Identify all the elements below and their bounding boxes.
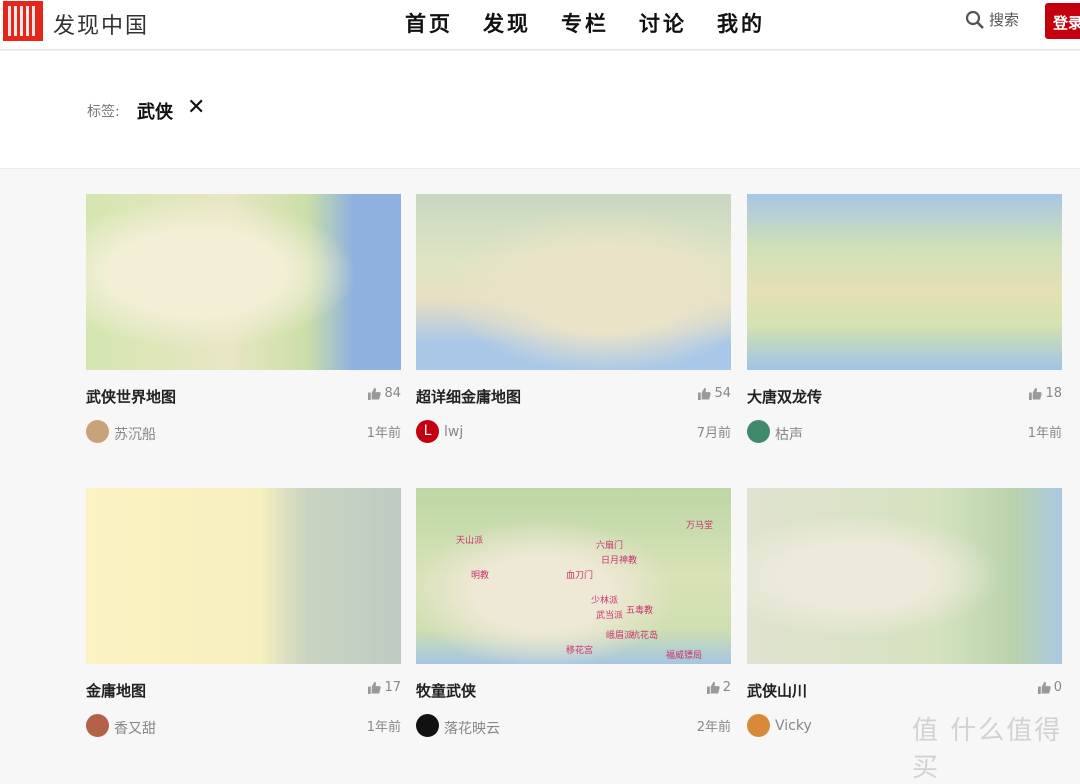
author-name[interactable]: 枯声 [775,424,803,444]
author-name[interactable]: 落花映云 [444,718,500,738]
card-title[interactable]: 金庸地图 [86,680,146,701]
map-label: 血刀门 [566,571,594,581]
author-avatar[interactable]: L [416,420,439,443]
map-thumbnail[interactable] [747,194,1062,370]
post-time: 1年前 [366,426,401,441]
brand-name[interactable]: 发现中国 [53,8,149,40]
map-label: 峨眉派 [606,631,634,641]
search-label: 搜索 [989,11,1020,29]
map-label: 移花宫 [566,646,594,656]
map-thumbnail[interactable] [416,194,731,370]
post-time: 1年前 [1027,426,1062,441]
post-time: 1年前 [366,720,401,735]
map-label: 福威镖局 [666,651,703,661]
nav-mine[interactable]: 我的 [717,8,765,38]
post-time: 2年前 [696,720,731,735]
like-number: 2 [722,680,731,695]
login-button[interactable]: 登录 [1045,3,1080,39]
author-avatar[interactable] [747,714,770,737]
card-meta: 武侠世界地图 84 苏沉船 1年前 [86,370,401,460]
map-thumbnail[interactable] [86,194,401,370]
like-number: 0 [1053,680,1062,695]
nav-discuss[interactable]: 讨论 [639,8,687,38]
map-card[interactable]: 武侠世界地图 84 苏沉船 1年前 [86,194,401,460]
like-number: 18 [1045,386,1062,401]
author-name[interactable]: 香又甜 [114,718,156,738]
author-name[interactable]: lwj [444,424,463,440]
map-card[interactable]: 超详细金庸地图 54 L lwj 7月前 [416,194,731,460]
main-nav: 首页 发现 专栏 讨论 我的 [405,8,765,38]
card-title[interactable]: 牧童武侠 [416,680,476,701]
like-count[interactable]: 0 [1037,680,1062,695]
thumbs-up-icon [368,681,382,694]
like-count[interactable]: 2 [706,680,731,695]
like-count[interactable]: 18 [1029,386,1062,401]
thumbs-up-icon [1029,387,1043,400]
map-label: 明教 [471,571,490,581]
like-count[interactable]: 17 [368,680,401,695]
like-number: 54 [714,386,731,401]
top-nav-bar: 发现中国 首页 发现 专栏 讨论 我的 搜索 登录 [0,0,1080,50]
thumbs-up-icon [1037,681,1051,694]
like-number: 84 [384,386,401,401]
nav-discover[interactable]: 发现 [483,8,531,38]
card-meta: 超详细金庸地图 54 L lwj 7月前 [416,370,731,460]
map-thumbnail[interactable] [86,488,401,664]
map-label: 日月神教 [601,556,638,566]
map-thumbnail[interactable]: 天山派明教 血刀门 六扇门日月神教少林派武当派峨眉派 五毒教杭花岛移花宫福威镖局 万马堂 [416,488,731,664]
tag-filter-bar: 标签: 武侠 ✕ [0,51,1080,169]
card-title[interactable]: 大唐双龙传 [747,386,822,407]
card-meta: 金庸地图 17 香又甜 1年前 [86,664,401,754]
thumbs-up-icon [698,387,712,400]
card-title[interactable]: 超详细金庸地图 [416,386,521,407]
card-title[interactable]: 武侠世界地图 [86,386,176,407]
card-title[interactable]: 武侠山川 [747,680,807,701]
tag-value: 武侠 [137,102,173,123]
map-card[interactable]: 天山派明教 血刀门 六扇门日月神教少林派武当派峨眉派 五毒教杭花岛移花宫福威镖局 万马堂… [416,488,731,754]
search-button[interactable]: 搜索 [965,9,1019,30]
map-label: 少林派 [591,596,619,606]
nav-home[interactable]: 首页 [405,8,453,38]
tag-label: 标签: [87,104,120,120]
map-label: 天山派 [456,536,484,546]
like-number: 17 [384,680,401,695]
card-meta: 大唐双龙传 18 枯声 1年前 [747,370,1062,460]
site-logo[interactable] [3,1,43,41]
map-label: 杭花岛 [631,631,659,641]
map-card[interactable]: 金庸地图 17 香又甜 1年前 [86,488,401,754]
thumbs-up-icon [706,681,720,694]
map-label: 万马堂 [686,521,714,531]
like-count[interactable]: 84 [368,386,401,401]
like-count[interactable]: 54 [698,386,731,401]
map-label: 五毒教 [626,606,654,616]
nav-columns[interactable]: 专栏 [561,8,609,38]
map-thumbnail[interactable] [747,488,1062,664]
thumbs-up-icon [368,387,382,400]
map-card[interactable]: 大唐双龙传 18 枯声 1年前 [747,194,1062,460]
card-meta: 牧童武侠 2 落花映云 2年前 [416,664,731,754]
watermark: 值 什么值得买 [912,716,1063,783]
map-label: 武当派 [596,611,624,621]
author-name[interactable]: 苏沉船 [114,424,156,444]
search-icon [965,10,984,29]
clear-tag-icon[interactable]: ✕ [187,95,205,120]
author-name[interactable]: Vicky [775,718,812,734]
post-time: 7月前 [696,426,731,441]
author-avatar[interactable] [86,420,109,443]
map-label: 六扇门 [596,541,624,551]
author-avatar[interactable] [747,420,770,443]
author-avatar[interactable] [416,714,439,737]
author-avatar[interactable] [86,714,109,737]
